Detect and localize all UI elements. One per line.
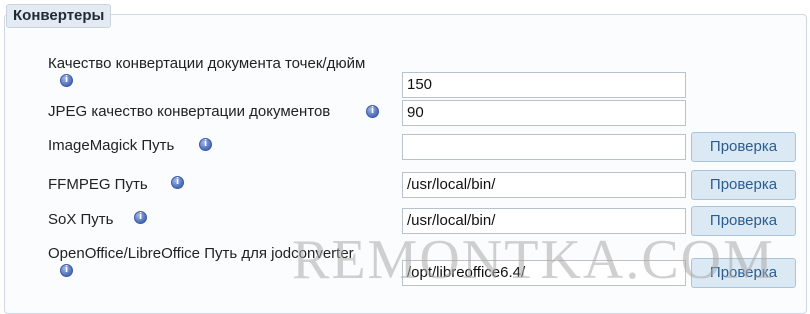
imagemagick-path-input[interactable] bbox=[402, 134, 686, 160]
label-sox-path: SoX Путь bbox=[48, 211, 114, 228]
sox-check-button[interactable]: Проверка bbox=[691, 206, 796, 236]
label-imagemagick-path: ImageMagick Путь bbox=[48, 137, 175, 154]
info-icon[interactable]: i bbox=[60, 74, 73, 87]
label-jpeg-quality: JPEG качество конвертации документов bbox=[48, 103, 331, 120]
jodconverter-check-button[interactable]: Проверка bbox=[691, 258, 796, 288]
sox-path-input[interactable]: /usr/local/bin/ bbox=[402, 208, 686, 234]
info-icon[interactable]: i bbox=[60, 264, 73, 277]
label-document-dpi: Качество конвертации документа точек/дюй… bbox=[48, 55, 366, 72]
imagemagick-check-button[interactable]: Проверка bbox=[691, 132, 796, 162]
info-icon[interactable]: i bbox=[199, 138, 212, 151]
info-icon[interactable]: i bbox=[171, 176, 184, 189]
ffmpeg-path-input[interactable]: /usr/local/bin/ bbox=[402, 172, 686, 198]
jpeg-quality-input[interactable]: 90 bbox=[402, 100, 686, 126]
jodconverter-path-input[interactable]: /opt/libreoffice6.4/ bbox=[402, 260, 686, 286]
section-title: Конвертеры bbox=[6, 4, 112, 28]
ffmpeg-check-button[interactable]: Проверка bbox=[691, 170, 796, 200]
info-icon[interactable]: i bbox=[134, 211, 147, 224]
info-icon[interactable]: i bbox=[366, 105, 379, 118]
label-jodconverter-path: OpenOffice/LibreOffice Путь для jodconve… bbox=[48, 245, 354, 262]
document-dpi-input[interactable]: 150 bbox=[402, 72, 686, 98]
label-ffmpeg-path: FFMPEG Путь bbox=[48, 176, 148, 193]
